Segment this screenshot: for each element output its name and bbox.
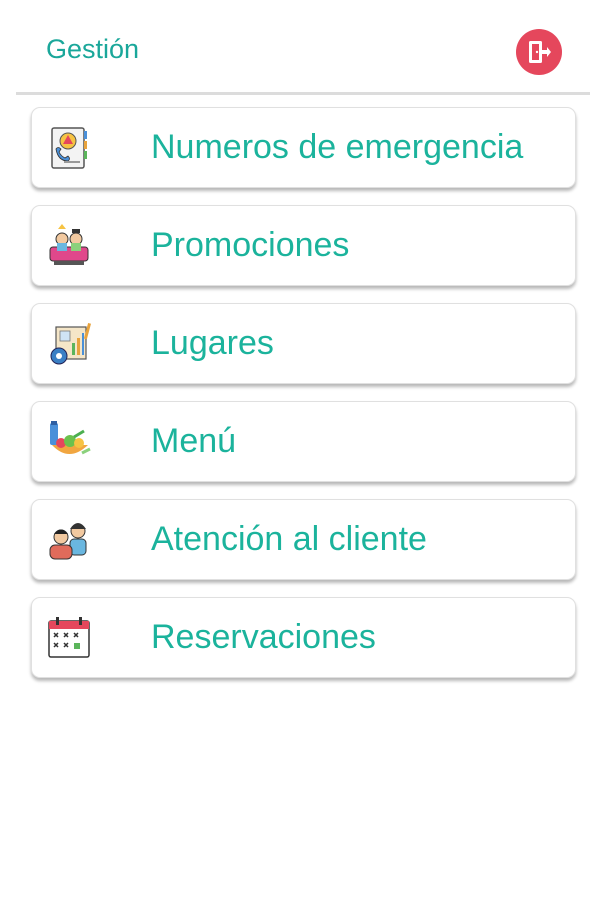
food-menu-icon (50, 421, 91, 455)
menu-item-emergency-numbers[interactable]: Numeros de emergencia (31, 107, 576, 188)
menu-item-label: Promociones (151, 226, 350, 264)
app-header: Gestión (0, 0, 599, 96)
emergency-phonebook-icon (51, 127, 87, 169)
promotions-party-icon (49, 224, 89, 265)
menu-item-label: Reservaciones (151, 618, 376, 656)
header-divider (16, 92, 590, 95)
menu-item-menu[interactable]: Menú (31, 401, 576, 482)
menu-item-promotions[interactable]: Promociones (31, 205, 576, 286)
menu-item-places[interactable]: Lugares (31, 303, 576, 384)
places-map-icon (50, 323, 92, 365)
customer-service-icon (49, 523, 87, 560)
menu-item-label: Menú (151, 422, 237, 460)
page-title: Gestión (46, 34, 140, 64)
menu-item-customer-service[interactable]: Atención al cliente (31, 499, 576, 580)
menu-item-label: Atención al cliente (151, 520, 427, 558)
calendar-reservations-icon (48, 617, 90, 658)
menu-item-label: Numeros de emergencia (151, 128, 524, 166)
logout-button[interactable] (516, 29, 562, 75)
menu-list: Numeros de emergencia Promociones Lugare… (31, 107, 576, 695)
menu-item-reservations[interactable]: Reservaciones (31, 597, 576, 678)
menu-item-label: Lugares (151, 324, 274, 362)
logout-door-icon (529, 41, 551, 63)
